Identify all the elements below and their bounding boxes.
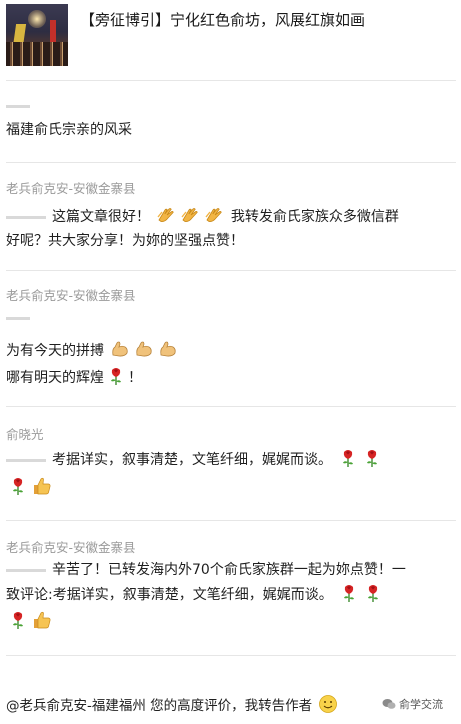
rose-icon	[339, 583, 359, 603]
comment-text-part: 为有今天的拼搏	[6, 343, 104, 359]
divider	[6, 162, 456, 163]
smile-icon	[318, 694, 338, 714]
comment-text: 好呢？共大家分享！为妳的坚强点赞！	[6, 233, 244, 249]
rose-icon	[338, 448, 358, 468]
comment-author[interactable]: 俞晓光	[6, 424, 44, 443]
clapping-hands-icon	[204, 205, 224, 225]
article-thumbnail[interactable]	[6, 4, 68, 66]
comment-text-part: 这篇文章很好！	[52, 209, 150, 225]
article-card[interactable]: 【旁征博引】宁化红色俞坊，风展红旗如画	[6, 4, 456, 66]
thumbs-up-icon	[32, 476, 52, 496]
comment-author[interactable]: 老兵俞克安-安徽金寨县	[6, 178, 136, 197]
comment-text-part: 辛苦了！已转发海内外70个俞氏家族群一起为妳点赞！一	[52, 562, 406, 578]
comment-text-part: 考据详实，叙事清楚，文笔纤细，娓娓而谈。	[52, 452, 332, 468]
flexed-biceps-icon	[134, 339, 154, 359]
comment-text-part: ！	[128, 370, 142, 386]
comment-text-part: 致评论:考据详实，叙事清楚，文笔纤细，娓娓而谈。	[6, 587, 333, 603]
comment-author[interactable]: 老兵俞克安-安徽金寨县	[6, 285, 136, 304]
divider	[6, 406, 456, 407]
divider	[6, 80, 456, 81]
divider	[6, 270, 456, 271]
comment-author[interactable]	[6, 99, 36, 112]
comment-text: 致评论:考据详实，叙事清楚，文笔纤细，娓娓而谈。	[6, 583, 385, 605]
comment-text: 为有今天的拼搏	[6, 339, 180, 361]
wechat-icon	[382, 698, 396, 710]
divider	[6, 655, 456, 656]
emoji-line	[6, 476, 54, 498]
watermark-text: 俞学交流	[399, 698, 443, 711]
redacted-text	[6, 308, 36, 328]
flexed-biceps-icon	[158, 339, 178, 359]
comment-text: 考据详实，叙事清楚，文笔纤细，娓娓而谈。	[6, 448, 384, 470]
clapping-hands-icon	[156, 205, 176, 225]
rose-icon	[8, 610, 28, 630]
author-reply: @老兵俞克安-福建福州 您的高度评价，我转告作者	[6, 694, 340, 714]
comment-text: 哪有明天的辉煌 ！	[6, 366, 142, 388]
rose-icon	[8, 476, 28, 496]
divider	[6, 520, 456, 521]
author-reply-text: @老兵俞克安-福建福州 您的高度评价，我转告作者	[6, 698, 313, 714]
flexed-biceps-icon	[110, 339, 130, 359]
article-title[interactable]: 【旁征博引】宁化红色俞坊，风展红旗如画	[80, 10, 365, 30]
comment-page: 【旁征博引】宁化红色俞坊，风展红旗如画 福建俞氏宗亲的风采 老兵俞克安-安徽金寨…	[0, 0, 461, 724]
comment-text: 辛苦了！已转发海内外70个俞氏家族群一起为妳点赞！一	[6, 560, 406, 580]
comment-text-part: 我转发俞氏家族众多微信群	[230, 209, 399, 225]
watermark: 俞学交流	[382, 696, 443, 712]
rose-icon	[106, 366, 126, 386]
emoji-line	[6, 610, 54, 632]
comment-text: 这篇文章很好！ 我转发俞氏家族众多微信群	[6, 205, 399, 227]
clapping-hands-icon	[180, 205, 200, 225]
comment-text: 福建俞氏宗亲的风采	[6, 122, 132, 138]
comment-text-part: 哪有明天的辉煌	[6, 370, 104, 386]
rose-icon	[363, 583, 383, 603]
thumbs-up-icon	[32, 610, 52, 630]
comment-author[interactable]: 老兵俞克安-安徽金寨县	[6, 537, 136, 556]
rose-icon	[362, 448, 382, 468]
